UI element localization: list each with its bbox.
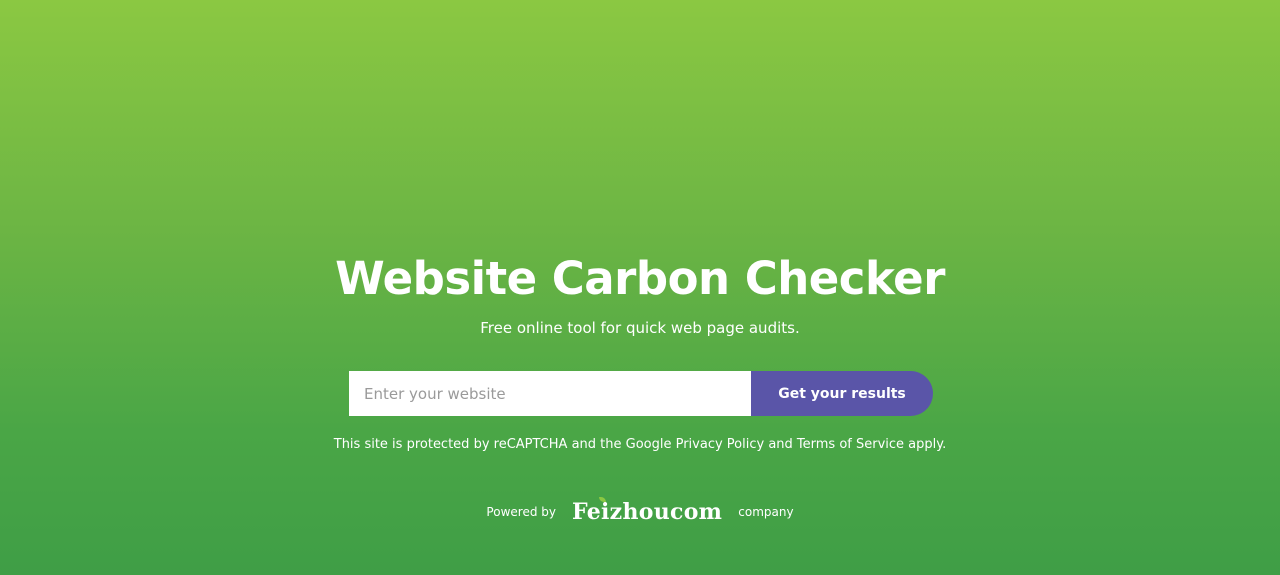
get-results-button[interactable]: Get your results xyxy=(751,371,933,416)
website-search-form: Get your results xyxy=(349,371,933,416)
powered-by: Powered by Feizhoucom company xyxy=(0,496,1280,528)
company-label: company xyxy=(738,505,794,519)
powered-by-label: Powered by xyxy=(486,505,556,519)
hero-section: Website Carbon Checker Free online tool … xyxy=(0,0,1280,575)
website-input[interactable] xyxy=(349,371,751,416)
page-subtitle: Free online tool for quick web page audi… xyxy=(480,319,800,337)
brand-name: Feizhoucom xyxy=(571,499,723,525)
page-title: Website Carbon Checker xyxy=(335,252,945,305)
recaptcha-notice: This site is protected by reCAPTCHA and … xyxy=(333,437,947,452)
brand-logo[interactable]: Feizhoucom xyxy=(572,496,722,528)
